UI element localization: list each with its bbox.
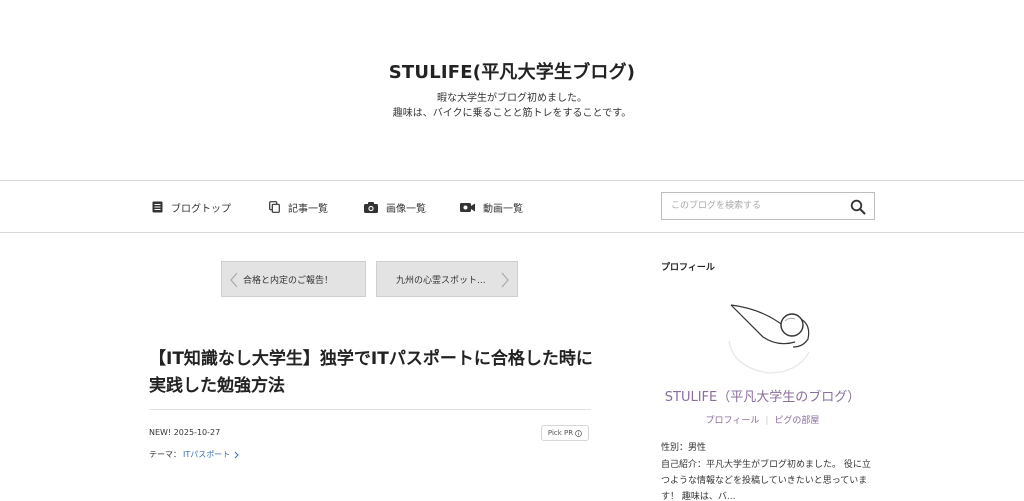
profile-gender: 性別：男性 <box>661 443 707 453</box>
blog-description: 暇な大学生がブログ初めました。 趣味は、バイクに乗ることと筋トレをすることです。 <box>0 91 1024 121</box>
nav-video-list[interactable]: 動画一覧 <box>460 199 523 215</box>
avatar[interactable] <box>723 297 813 375</box>
global-nav: ブログトップ 記事一覧 画像一覧 動画一覧 <box>0 180 1024 233</box>
pick-pr-label: Pick PR <box>547 429 574 437</box>
nav-article-list[interactable]: 記事一覧 <box>269 199 328 215</box>
theme-link[interactable]: ITパスポート <box>183 449 240 460</box>
document-icon <box>152 201 163 213</box>
blog-header: STULIFE(平凡大学生ブログ) 暇な大学生がブログ初めました。 趣味は、バイ… <box>0 0 1024 180</box>
link-separator: | <box>765 416 769 426</box>
info-icon <box>575 429 582 437</box>
next-article-button[interactable]: 九州の心霊スポット... <box>376 261 518 297</box>
divider <box>149 409 591 410</box>
profile-link[interactable]: プロフィール <box>706 416 760 426</box>
profile-links: プロフィール | ピグの部屋 <box>600 413 925 426</box>
theme-link-label: ITパスポート <box>183 450 231 459</box>
prev-article-button[interactable]: 合格と内定のご報告！ <box>221 261 366 297</box>
video-icon <box>460 202 475 212</box>
search-box <box>661 192 875 220</box>
nav-label: 動画一覧 <box>483 203 523 215</box>
pigg-room-link[interactable]: ピグの部屋 <box>774 416 819 426</box>
chevron-right-icon <box>501 272 509 288</box>
next-article-label: 九州の心霊スポット... <box>396 275 486 286</box>
chevron-left-icon <box>230 272 238 288</box>
chevron-right-icon <box>234 451 239 458</box>
nav-image-list[interactable]: 画像一覧 <box>364 199 426 215</box>
article-theme: テーマ： ITパスポート <box>149 449 240 460</box>
search-icon[interactable] <box>850 199 866 215</box>
article-date: NEW! 2025-10-27 <box>149 428 221 437</box>
blog-title[interactable]: STULIFE(平凡大学生ブログ) <box>0 58 1024 84</box>
pick-pr-button[interactable]: Pick PR <box>541 425 589 441</box>
nav-label: 記事一覧 <box>288 203 328 215</box>
profile-name[interactable]: STULIFE（平凡大学生のブログ） <box>600 386 925 405</box>
search-input[interactable] <box>662 193 842 219</box>
prev-article-label: 合格と内定のご報告！ <box>243 275 334 286</box>
nav-label: ブログトップ <box>171 203 231 215</box>
nav-blog-top[interactable]: ブログトップ <box>152 199 231 215</box>
blog-description-line: 暇な大学生がブログ初めました。 <box>437 93 587 104</box>
nav-label: 画像一覧 <box>386 203 426 215</box>
blog-description-line: 趣味は、バイクに乗ることと筋トレをすることです。 <box>392 108 632 119</box>
article-title[interactable]: 【IT知識なし大学生】独学でITパスポートに合格した時に実践した勉強方法 <box>149 346 594 400</box>
copy-icon <box>269 201 280 213</box>
profile-bio: 自己紹介：平凡大学生がブログ初めました。 役に立つような情報などを投稿していきた… <box>661 460 871 501</box>
sidebar-heading: プロフィール <box>661 263 715 273</box>
theme-label: テーマ： <box>149 450 181 459</box>
camera-icon <box>364 201 378 213</box>
